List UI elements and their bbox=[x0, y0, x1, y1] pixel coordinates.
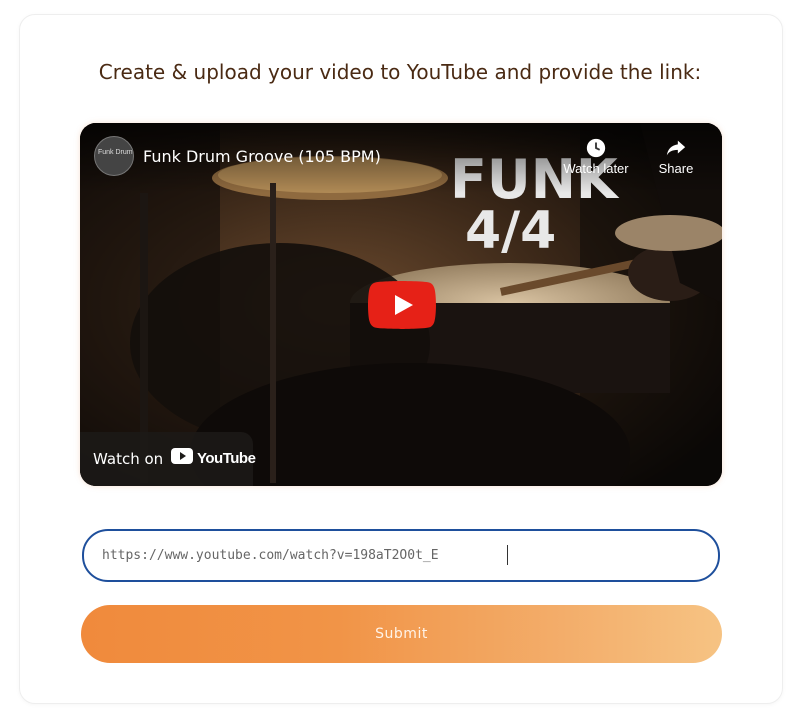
share-label: Share bbox=[658, 161, 694, 176]
watch-on-label: Watch on bbox=[93, 450, 164, 468]
youtube-embed[interactable]: FUNK 4/4 Funk Drum Funk Drum Groove (105… bbox=[80, 123, 722, 486]
share-icon bbox=[666, 140, 686, 156]
youtube-logo-icon bbox=[171, 448, 193, 464]
watch-on-youtube-link[interactable]: Watch on YouTube bbox=[80, 432, 256, 486]
channel-avatar-text: Funk Drum bbox=[98, 149, 133, 156]
text-caret bbox=[507, 545, 508, 565]
submit-button[interactable]: Submit bbox=[81, 605, 722, 663]
page-heading: Create & upload your video to YouTube an… bbox=[98, 60, 702, 84]
watch-later-button[interactable]: Watch later bbox=[560, 137, 632, 176]
youtube-url-input[interactable] bbox=[82, 529, 720, 582]
youtube-wordmark: YouTube bbox=[197, 450, 256, 467]
channel-avatar[interactable]: Funk Drum bbox=[94, 136, 134, 176]
video-title[interactable]: Funk Drum Groove (105 BPM) bbox=[143, 147, 381, 166]
clock-icon bbox=[586, 138, 606, 158]
thumbnail-text-time-signature: 4/4 bbox=[465, 201, 556, 261]
share-button[interactable]: Share bbox=[650, 137, 702, 176]
play-icon[interactable] bbox=[368, 281, 436, 329]
watch-later-label: Watch later bbox=[563, 161, 629, 176]
